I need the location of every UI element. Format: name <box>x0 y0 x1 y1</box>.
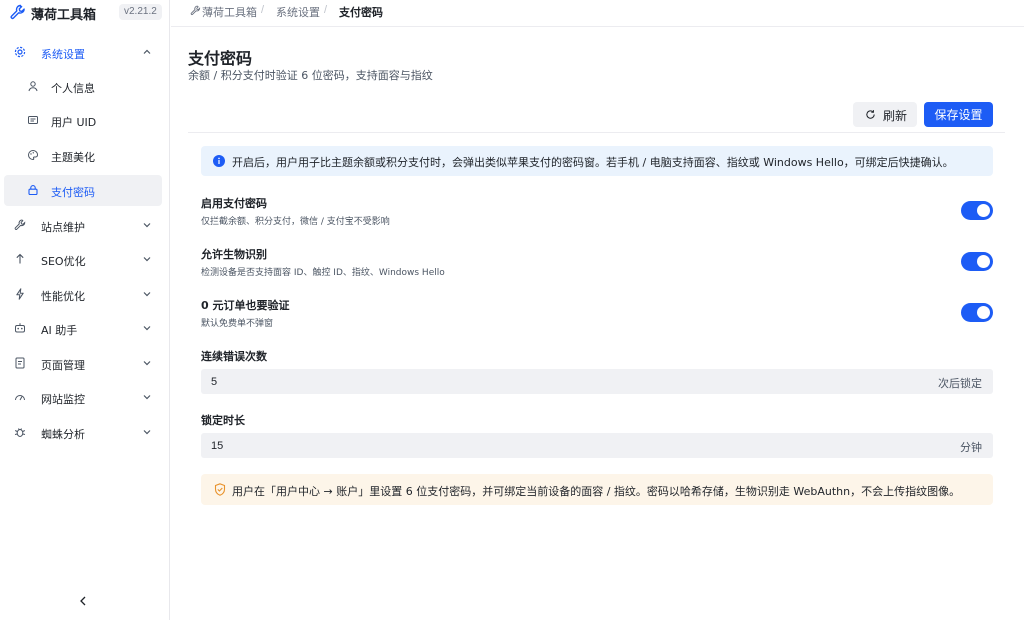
refresh-label: 刷新 <box>883 109 908 123</box>
divider <box>188 132 1005 133</box>
lightning-icon <box>16 288 24 300</box>
chevron-down-icon <box>143 430 151 435</box>
sidebar-item-user-uid[interactable]: 用户 UID <box>4 105 162 136</box>
brand-name: 薄荷工具箱 <box>31 8 97 23</box>
gear-icon <box>14 46 26 58</box>
chevron-down-icon <box>143 395 151 400</box>
sidebar-item-label: AI 助手 <box>41 324 78 337</box>
wrench-icon <box>190 5 201 16</box>
sidebar-item-profile[interactable]: 个人信息 <box>4 71 162 102</box>
wrench-icon <box>14 219 26 230</box>
error-limit-input[interactable] <box>211 369 811 394</box>
shield-icon <box>214 483 226 496</box>
page-subtitle: 余额 / 积分支付时验证 6 位密码，支持面容与指纹 <box>188 69 433 82</box>
breadcrumb-root-link[interactable]: 薄荷工具箱 <box>202 4 257 20</box>
sidebar: 薄荷工具箱 v2.21.2 系统设置 个人信息 用户 UID 主题美化 支付密码… <box>0 0 170 620</box>
zero-order-verify-toggle[interactable] <box>961 303 993 322</box>
enable-password-toggle[interactable] <box>961 201 993 220</box>
sidebar-item-label: 主题美化 <box>51 151 95 164</box>
biometric-toggle[interactable] <box>961 252 993 271</box>
notice-text: 用户在「用户中心 → 账户」里设置 6 位支付密码，并可绑定当前设备的面容 / … <box>232 485 961 498</box>
sidebar-item-page-management[interactable]: 页面管理 <box>4 348 162 379</box>
version-badge: v2.21.2 <box>119 4 162 20</box>
sidebar-item-label: 网站监控 <box>41 393 85 406</box>
setting-desc-enable-password: 仅拦截余额、积分支付，微信 / 支付宝不受影响 <box>201 217 390 227</box>
error-limit-label: 连续错误次数 <box>201 350 267 363</box>
refresh-icon <box>866 110 875 119</box>
refresh-button[interactable]: 刷新 <box>853 102 917 127</box>
sidebar-item-label: SEO优化 <box>41 255 86 268</box>
setting-title-biometric: 允许生物识别 <box>201 248 267 261</box>
breadcrumb-section-link[interactable]: 系统设置 <box>276 4 320 20</box>
lock-duration-field: 分钟 <box>201 433 993 458</box>
chevron-down-icon <box>143 361 151 366</box>
arrow-up-icon <box>16 253 24 264</box>
lock-duration-input[interactable] <box>211 433 811 458</box>
breadcrumb-separator: / <box>324 4 328 16</box>
info-banner: 开启后，用户用子比主题余额或积分支付时，会弹出类似苹果支付的密码窗。若手机 / … <box>201 146 993 176</box>
chevron-down-icon <box>143 326 151 331</box>
toggle-knob <box>977 255 990 268</box>
collapse-sidebar-icon[interactable] <box>76 593 90 609</box>
lock-icon <box>28 185 38 196</box>
robot-icon <box>15 323 25 333</box>
chevron-down-icon <box>143 292 151 297</box>
id-card-icon <box>28 116 38 124</box>
sidebar-item-label: 用户 UID <box>51 116 97 129</box>
sidebar-item-label: 页面管理 <box>41 359 85 372</box>
chevron-down-icon <box>143 223 151 228</box>
brand: 薄荷工具箱 v2.21.2 <box>0 0 170 26</box>
error-limit-unit: 次后锁定 <box>938 377 982 390</box>
error-limit-field: 次后锁定 <box>201 369 993 394</box>
user-icon <box>28 81 38 92</box>
palette-icon <box>28 149 38 161</box>
sidebar-item-ai-assistant[interactable]: AI 助手 <box>4 313 162 344</box>
bug-icon <box>14 428 26 437</box>
wrench-icon <box>10 4 25 20</box>
sidebar-item-site-maintenance[interactable]: 站点维护 <box>4 210 162 241</box>
notice-banner: 用户在「用户中心 → 账户」里设置 6 位支付密码，并可绑定当前设备的面容 / … <box>201 474 993 505</box>
setting-desc-biometric: 检测设备是否支持面容 ID、触控 ID、指纹、Windows Hello <box>201 268 445 278</box>
sidebar-item-label: 个人信息 <box>51 82 95 95</box>
sidebar-group-label: 系统设置 <box>41 48 85 61</box>
sidebar-item-spider-analytics[interactable]: 蜘蛛分析 <box>4 417 162 448</box>
sidebar-item-theme[interactable]: 主题美化 <box>4 140 162 171</box>
info-icon <box>213 155 225 167</box>
sidebar-item-label: 站点维护 <box>41 221 85 234</box>
chevron-up-icon <box>143 49 151 54</box>
sidebar-item-label: 支付密码 <box>51 186 95 199</box>
document-icon <box>15 357 25 369</box>
sidebar-item-seo[interactable]: SEO优化 <box>4 244 162 275</box>
sidebar-item-label: 蜘蛛分析 <box>41 428 85 441</box>
sidebar-item-label: 性能优化 <box>41 290 85 303</box>
sidebar-item-performance[interactable]: 性能优化 <box>4 279 162 310</box>
breadcrumb: 薄荷工具箱 / 系统设置 / 支付密码 <box>171 0 1024 27</box>
lock-duration-unit: 分钟 <box>960 441 982 454</box>
chevron-down-icon <box>143 257 151 262</box>
gauge-icon <box>15 395 25 401</box>
setting-title-enable-password: 启用支付密码 <box>201 197 267 210</box>
setting-desc-zero-order: 默认免费单不弹窗 <box>201 319 274 329</box>
setting-title-zero-order: 0 元订单也要验证 <box>201 299 290 312</box>
page-title: 支付密码 <box>188 49 253 68</box>
sidebar-item-payment-password[interactable]: 支付密码 <box>4 175 162 206</box>
toggle-knob <box>977 204 990 217</box>
sidebar-group-system-settings[interactable]: 系统设置 <box>4 37 162 68</box>
breadcrumb-separator: / <box>261 4 265 16</box>
info-text: 开启后，用户用子比主题余额或积分支付时，会弹出类似苹果支付的密码窗。若手机 / … <box>232 156 954 169</box>
save-button[interactable]: 保存设置 <box>924 102 993 127</box>
sidebar-item-site-monitoring[interactable]: 网站监控 <box>4 382 162 413</box>
toggle-knob <box>977 306 990 319</box>
breadcrumb-current: 支付密码 <box>339 6 383 19</box>
lock-duration-label: 锁定时长 <box>201 414 245 427</box>
